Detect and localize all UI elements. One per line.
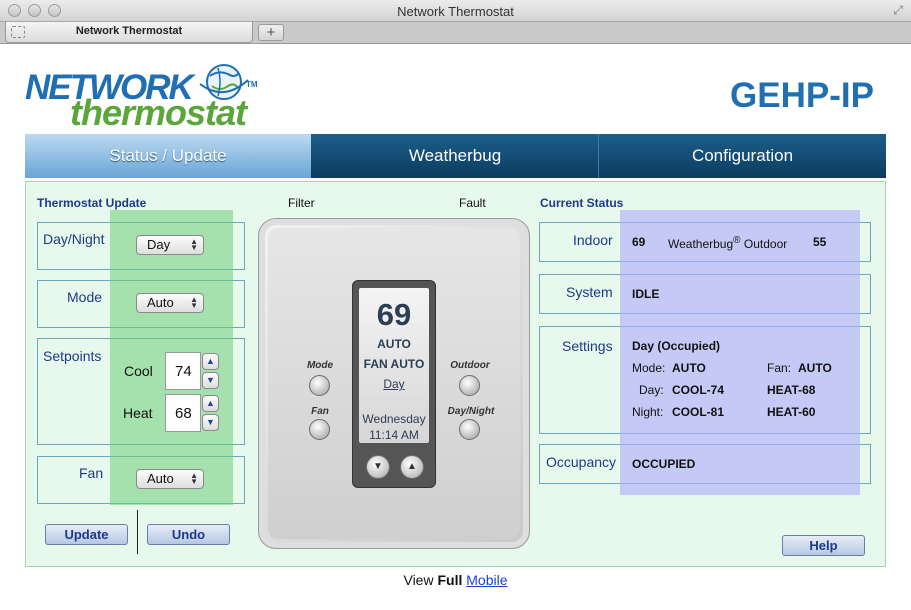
settings-day-key: Day:: [639, 383, 664, 397]
device-outdoor-button[interactable]: [459, 375, 480, 396]
device-mode-label: Mode: [306, 360, 334, 371]
mode-label: Mode: [67, 289, 103, 305]
help-button[interactable]: Help: [782, 535, 865, 556]
screen-weekday: Wednesday: [362, 412, 426, 426]
chevron-up-icon[interactable]: ▲: [400, 455, 424, 479]
mode-select[interactable]: Auto ▲ ▼: [136, 293, 204, 313]
indoor-value: 69: [632, 235, 646, 249]
heat-down-icon[interactable]: ▼: [202, 414, 219, 431]
registered-mark: ®: [733, 235, 741, 246]
thermostat-update-title: Thermostat Update: [37, 196, 147, 210]
device-fan-button[interactable]: [309, 419, 330, 440]
screen-temperature: 69: [376, 297, 412, 332]
select-arrows-icon: ▲ ▼: [190, 295, 198, 310]
new-tab-button[interactable]: +: [258, 24, 284, 41]
settings-fan-value: AUTO: [798, 361, 832, 375]
settings-night-cool: COOL-81: [672, 405, 725, 419]
settings-heading: Day (Occupied): [632, 339, 721, 353]
button-divider: [137, 510, 138, 554]
heat-setpoint-input[interactable]: 68: [165, 394, 201, 432]
cool-label: Cool: [124, 363, 153, 379]
fault-indicator-label: Fault: [459, 196, 486, 210]
screen-time: 11:14 AM: [369, 428, 419, 442]
model-name: GEHP-IP: [730, 76, 874, 115]
view-switcher: View Full Mobile: [0, 572, 911, 588]
day-night-select-value: Day: [147, 237, 171, 252]
weatherbug-outdoor-label: Weatherbug® Outdoor: [668, 235, 787, 251]
settings-day-heat: HEAT-68: [767, 383, 816, 397]
fan-select-value: Auto: [147, 471, 174, 486]
heat-up-icon[interactable]: ▲: [202, 395, 219, 412]
settings-mode-value: AUTO: [672, 361, 706, 375]
screen-day-link[interactable]: Day: [359, 377, 429, 391]
chevron-down-icon[interactable]: ▼: [366, 455, 390, 479]
system-label: System: [566, 284, 613, 300]
tab-configuration[interactable]: Configuration: [599, 134, 886, 178]
outdoor-label: Outdoor: [743, 237, 788, 251]
globe-logo-icon: [199, 64, 249, 100]
select-arrows-icon: ▲ ▼: [190, 471, 198, 486]
settings-label: Settings: [562, 338, 613, 354]
settings-night-heat: HEAT-60: [767, 405, 816, 419]
occupancy-label: Occupancy: [546, 454, 617, 470]
screen-mode: AUTO: [377, 337, 411, 351]
day-night-label: Day/Night: [43, 231, 105, 247]
mode-select-value: Auto: [147, 295, 174, 310]
device-fan-label: Fan: [311, 406, 329, 417]
device-daynight-label: Day/Night: [447, 406, 495, 417]
filter-indicator-label: Filter: [288, 196, 315, 210]
undo-button[interactable]: Undo: [147, 524, 230, 545]
trademark-mark: TM: [246, 80, 258, 89]
cool-up-icon[interactable]: ▲: [202, 353, 219, 370]
occupancy-value: OCCUPIED: [632, 457, 696, 471]
heat-label: Heat: [123, 405, 153, 421]
weatherbug-label: Weatherbug: [668, 237, 734, 251]
device-daynight-button[interactable]: [459, 419, 480, 440]
tab-status-update[interactable]: Status / Update: [25, 134, 311, 178]
current-status-title: Current Status: [540, 196, 624, 210]
cool-down-icon[interactable]: ▼: [202, 372, 219, 389]
screen-fan: FAN AUTO: [363, 357, 425, 371]
view-label: View: [403, 572, 434, 588]
system-value: IDLE: [632, 287, 660, 301]
select-arrows-icon: ▲ ▼: [190, 237, 198, 252]
settings-day-cool: COOL-74: [672, 383, 725, 397]
device-mode-button[interactable]: [309, 375, 330, 396]
update-button[interactable]: Update: [45, 524, 128, 545]
settings-mode-key: Mode:: [632, 361, 666, 375]
fan-label: Fan: [79, 465, 104, 481]
day-night-select[interactable]: Day ▲ ▼: [136, 235, 204, 255]
fullscreen-icon[interactable]: ⤢: [893, 3, 903, 18]
tab-weatherbug[interactable]: Weatherbug: [312, 134, 598, 178]
settings-night-key: Night:: [632, 405, 664, 419]
setpoints-label: Setpoints: [43, 348, 102, 364]
browser-tab-label: Network Thermostat: [75, 25, 183, 37]
device-outdoor-label: Outdoor: [450, 360, 490, 371]
settings-fan-key: Fan:: [767, 361, 792, 375]
fan-select[interactable]: Auto ▲ ▼: [136, 469, 204, 489]
outdoor-value: 55: [813, 235, 827, 249]
indoor-label: Indoor: [573, 232, 613, 248]
view-mobile-link[interactable]: Mobile: [466, 572, 507, 588]
view-full-current: Full: [437, 572, 463, 588]
window-title: Network Thermostat: [397, 4, 514, 19]
cool-setpoint-input[interactable]: 74: [165, 352, 201, 390]
